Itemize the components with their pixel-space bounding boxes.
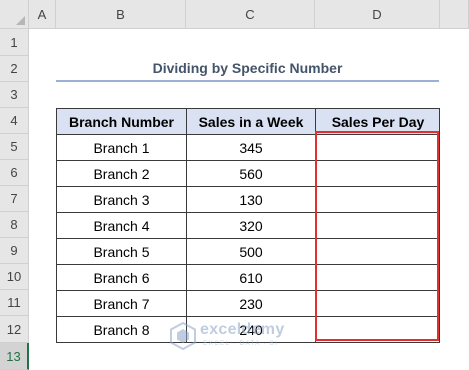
column-header-e[interactable]	[440, 0, 469, 29]
row-header-7[interactable]: 7	[0, 186, 29, 212]
cell-sales-in-a-week[interactable]: 560	[186, 160, 315, 186]
cell-sales-per-day[interactable]	[315, 316, 440, 342]
cell-branch-number[interactable]: Branch 3	[56, 186, 186, 212]
exceldemy-logo-icon	[170, 322, 196, 350]
cell-sales-per-day[interactable]	[315, 238, 440, 264]
cell-branch-number[interactable]: Branch 6	[56, 264, 186, 290]
select-all-corner[interactable]	[0, 0, 29, 29]
row-header-1[interactable]: 1	[0, 29, 29, 56]
watermark-tagline: EXCEL · DATA · BI	[203, 340, 279, 347]
spreadsheet: ABCD 1 2 3 4 5 6 7 8 9 10 11 12 13 Dividing by Speci…	[0, 0, 469, 370]
watermark-name: exceldemy	[200, 321, 285, 338]
row-header-4[interactable]: 4	[0, 108, 29, 134]
header-sales-per-day[interactable]: Sales Per Day	[315, 108, 440, 134]
cell-branch-number[interactable]: Branch 8	[56, 316, 186, 342]
row-header-9[interactable]: 9	[0, 238, 29, 264]
cell-sales-in-a-week[interactable]: 610	[186, 264, 315, 290]
cell-branch-number[interactable]: Branch 2	[56, 160, 186, 186]
row-header-12[interactable]: 12	[0, 316, 29, 343]
row-header-13[interactable]: 13	[0, 343, 29, 370]
header-branch-number[interactable]: Branch Number	[56, 108, 186, 134]
cell-sales-in-a-week[interactable]: 130	[186, 186, 315, 212]
cell-sales-in-a-week[interactable]: 345	[186, 134, 315, 160]
sheet-title: Dividing by Specific Number	[152, 60, 343, 76]
row-header-8[interactable]: 8	[0, 212, 29, 238]
row-header-3[interactable]: 3	[0, 82, 29, 108]
column-header-a[interactable]: A	[29, 0, 56, 29]
column-header-d[interactable]: D	[315, 0, 440, 29]
cell-sales-per-day[interactable]	[315, 160, 440, 186]
cell-branch-number[interactable]: Branch 4	[56, 212, 186, 238]
cell-sales-per-day[interactable]	[315, 264, 440, 290]
row-header-11[interactable]: 11	[0, 290, 29, 316]
row-header-10[interactable]: 10	[0, 264, 29, 290]
select-all-triangle-icon	[16, 16, 25, 25]
column-header-c[interactable]: C	[186, 0, 315, 29]
cell-sales-per-day[interactable]	[315, 186, 440, 212]
cell-sales-in-a-week[interactable]: 500	[186, 238, 315, 264]
header-sales-in-a-week[interactable]: Sales in a Week	[186, 108, 315, 134]
row-header-5[interactable]: 5	[0, 134, 29, 160]
cell-sales-in-a-week[interactable]: 320	[186, 212, 315, 238]
cell-branch-number[interactable]: Branch 7	[56, 290, 186, 316]
row-header-2[interactable]: 2	[0, 56, 29, 82]
cell-branch-number[interactable]: Branch 1	[56, 134, 186, 160]
table-border-right	[439, 108, 440, 343]
cell-sales-per-day[interactable]	[315, 212, 440, 238]
cell-sales-per-day[interactable]	[315, 134, 440, 160]
row-header-6[interactable]: 6	[0, 160, 29, 186]
watermark: exceldemy EXCEL · DATA · BI	[170, 321, 320, 359]
cell-sales-in-a-week[interactable]: 230	[186, 290, 315, 316]
cell-branch-number[interactable]: Branch 5	[56, 238, 186, 264]
cell-sales-per-day[interactable]	[315, 290, 440, 316]
column-header-b[interactable]: B	[56, 0, 186, 29]
title-underline	[56, 80, 439, 82]
